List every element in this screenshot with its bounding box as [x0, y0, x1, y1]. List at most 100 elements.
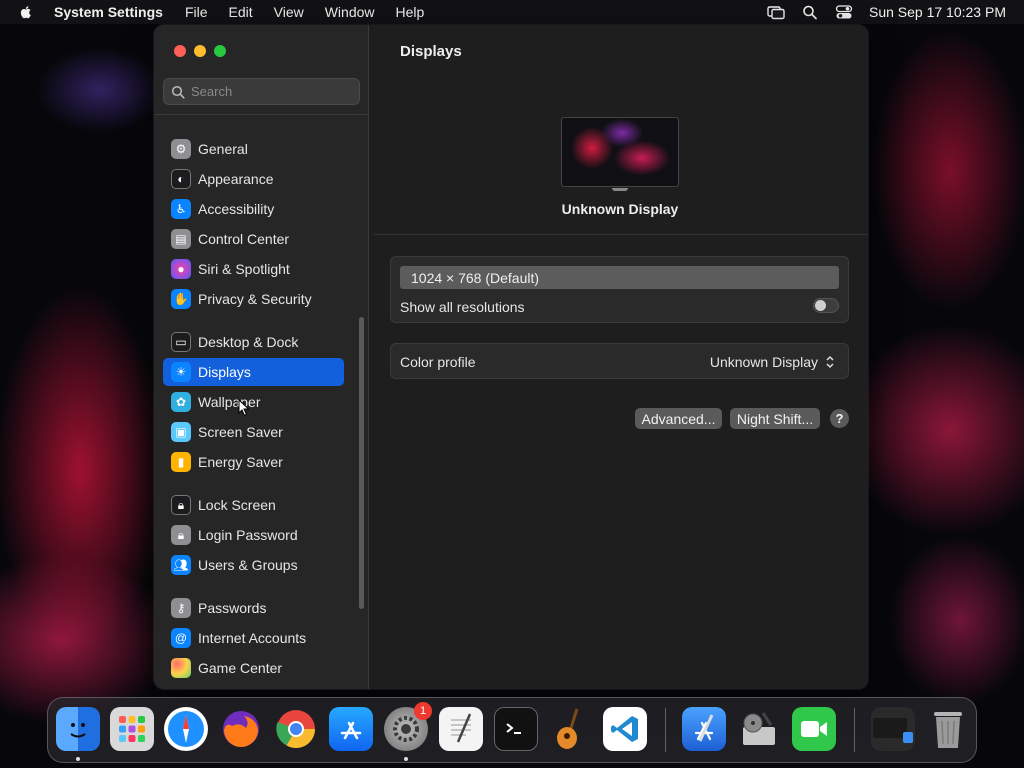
- sidebar-item-screen-saver[interactable]: ▣ Screen Saver: [163, 418, 344, 446]
- sidebar-item-lock-screen[interactable]: 🔒︎ Lock Screen: [163, 491, 344, 519]
- dock-separator: [665, 708, 666, 752]
- menu-window[interactable]: Window: [325, 4, 375, 20]
- menu-help[interactable]: Help: [396, 4, 425, 20]
- sidebar-item-label: Desktop & Dock: [198, 334, 299, 350]
- sidebar-item-label: Game Center: [198, 660, 283, 676]
- accessibility-icon: ♿: [171, 199, 191, 219]
- sidebar-item-privacy-security[interactable]: ✋ Privacy & Security: [163, 285, 344, 313]
- chrome-icon[interactable]: [274, 707, 318, 751]
- display-thumbnail[interactable]: [561, 117, 679, 187]
- terminal-icon[interactable]: [494, 707, 538, 751]
- display-name: Unknown Display: [561, 201, 679, 217]
- window-controls: [174, 45, 234, 57]
- menu-edit[interactable]: Edit: [229, 4, 253, 20]
- siri-icon: ●: [171, 259, 191, 279]
- key-icon: ⚷: [171, 598, 191, 618]
- sidebar-item-label: Siri & Spotlight: [198, 261, 290, 277]
- sidebar-item-displays[interactable]: ☀ Displays: [163, 358, 344, 386]
- mouse-pointer-icon: [238, 399, 250, 417]
- sidebar-item-label: Energy Saver: [198, 454, 283, 470]
- facetime-icon[interactable]: [792, 707, 836, 751]
- minimize-window-button[interactable]: [194, 45, 206, 57]
- sidebar-item-label: Privacy & Security: [198, 291, 312, 307]
- garageband-icon[interactable]: [548, 707, 592, 751]
- dock: 1: [47, 697, 977, 763]
- sidebar-item-siri-spotlight[interactable]: ● Siri & Spotlight: [163, 255, 344, 283]
- advanced-button[interactable]: Advanced...: [635, 408, 722, 429]
- sidebar-item-internet-accounts[interactable]: @ Internet Accounts: [163, 624, 344, 652]
- search-input[interactable]: [191, 84, 351, 99]
- help-button[interactable]: ?: [830, 409, 849, 428]
- apple-icon[interactable]: [18, 4, 34, 20]
- hand-icon: ✋: [171, 289, 191, 309]
- system-settings-window: ⚙ General ◐ Appearance ♿ Accessibility ▤…: [154, 25, 868, 689]
- sidebar-item-desktop-dock[interactable]: ▭ Desktop & Dock: [163, 328, 344, 356]
- sidebar-item-appearance[interactable]: ◐ Appearance: [163, 165, 344, 193]
- settings-running-indicator: [404, 757, 408, 761]
- sidebar-item-general[interactable]: ⚙ General: [163, 135, 344, 163]
- dock-separator: [854, 708, 855, 752]
- users-icon: 👥︎: [171, 555, 191, 575]
- sidebar-item-control-center[interactable]: ▤ Control Center: [163, 225, 344, 253]
- disk-utility-icon[interactable]: [737, 707, 781, 751]
- menu-clock[interactable]: Sun Sep 17 10:23 PM: [869, 4, 1006, 20]
- settings-notification-badge: 1: [414, 702, 432, 720]
- sidebar-scrollbar[interactable]: [359, 317, 364, 609]
- color-profile-label: Color profile: [400, 354, 476, 370]
- lock-icon: 🔒︎: [171, 495, 191, 515]
- resolution-group: 1024 × 768 (Default) Show all resolution…: [390, 256, 849, 323]
- menu-file[interactable]: File: [185, 4, 208, 20]
- close-window-button[interactable]: [174, 45, 186, 57]
- screen-saver-icon: ▣: [171, 422, 191, 442]
- wallpaper-icon: ✿: [171, 392, 191, 412]
- safari-icon[interactable]: [164, 707, 208, 751]
- vscode-icon[interactable]: [603, 707, 647, 751]
- sidebar-item-label: Accessibility: [198, 201, 275, 217]
- downloads-stack-icon[interactable]: [871, 707, 915, 751]
- search-field[interactable]: [163, 78, 360, 105]
- sidebar-item-accessibility[interactable]: ♿ Accessibility: [163, 195, 344, 223]
- trash-icon[interactable]: [926, 707, 970, 751]
- control-center-icon: ▤: [171, 229, 191, 249]
- displays-pane: Displays Unknown Display 1024 × 768 (Def…: [370, 25, 868, 689]
- spotlight-search-icon[interactable]: [801, 4, 819, 20]
- zoom-window-button[interactable]: [214, 45, 226, 57]
- show-all-resolutions-label: Show all resolutions: [400, 299, 525, 315]
- sidebar-item-label: Control Center: [198, 231, 290, 247]
- sidebar-item-label: Appearance: [198, 171, 274, 187]
- launchpad-icon[interactable]: [110, 707, 154, 751]
- menu-bar: System Settings File Edit View Window He…: [0, 0, 1024, 24]
- menu-view[interactable]: View: [274, 4, 304, 20]
- resolution-label: 1024 × 768 (Default): [411, 269, 540, 286]
- sidebar-item-login-password[interactable]: 🔒︎ Login Password: [163, 521, 344, 549]
- sidebar-item-game-center[interactable]: Game Center: [163, 654, 344, 682]
- sidebar-item-passwords[interactable]: ⚷ Passwords: [163, 594, 344, 622]
- sidebar-item-energy-saver[interactable]: ▮ Energy Saver: [163, 448, 344, 476]
- sidebar-item-users-groups[interactable]: 👥︎ Users & Groups: [163, 551, 344, 579]
- sidebar-item-wallpaper[interactable]: ✿ Wallpaper: [163, 388, 344, 416]
- game-center-icon: [171, 658, 191, 678]
- finder-running-indicator: [76, 757, 80, 761]
- finder-icon[interactable]: [56, 707, 100, 751]
- textedit-icon[interactable]: [439, 707, 483, 751]
- login-lock-icon: 🔒︎: [171, 525, 191, 545]
- resolution-option[interactable]: 1024 × 768 (Default): [400, 266, 839, 289]
- battery-icon: ▮: [171, 452, 191, 472]
- content-divider: [374, 234, 868, 235]
- sidebar-item-label: Displays: [198, 364, 251, 380]
- sidebar-divider: [154, 114, 369, 115]
- color-profile-group: Color profile Unknown Display: [390, 343, 849, 379]
- screen-mirroring-icon[interactable]: [767, 4, 785, 20]
- firefox-icon[interactable]: [219, 707, 263, 751]
- control-center-icon[interactable]: [835, 4, 853, 20]
- xcode-icon[interactable]: [682, 707, 726, 751]
- color-profile-select[interactable]: Unknown Display: [710, 354, 818, 370]
- app-store-icon[interactable]: [329, 707, 373, 751]
- show-all-resolutions-toggle[interactable]: [813, 298, 839, 313]
- chevron-up-down-icon[interactable]: [824, 354, 836, 370]
- night-shift-button[interactable]: Night Shift...: [730, 408, 820, 429]
- at-icon: @: [171, 628, 191, 648]
- dock-icon: ▭: [171, 332, 191, 352]
- sidebar: ⚙ General ◐ Appearance ♿ Accessibility ▤…: [154, 25, 369, 689]
- menu-app-name[interactable]: System Settings: [54, 4, 163, 20]
